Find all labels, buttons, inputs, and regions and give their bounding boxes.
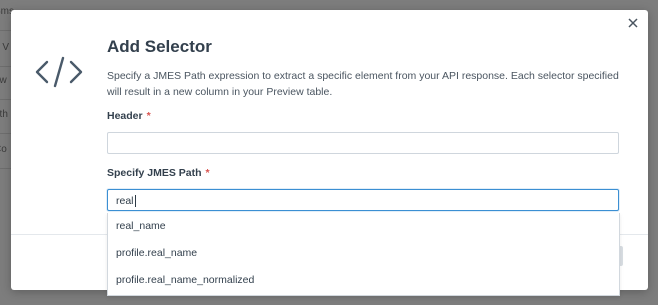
required-marker: *: [146, 110, 151, 122]
jmes-path-label-text: Specify JMES Path: [107, 167, 202, 179]
code-icon: [35, 56, 83, 88]
header-field-label: Header *: [107, 110, 151, 122]
suggestion-item[interactable]: profile.real_name: [108, 240, 619, 267]
jmes-path-input[interactable]: real: [107, 189, 619, 211]
header-label-text: Header: [107, 110, 143, 122]
required-marker: *: [205, 167, 210, 179]
autocomplete-dropdown: real_name profile.real_name profile.real…: [107, 213, 620, 296]
jmes-path-field-label: Specify JMES Path *: [107, 167, 210, 179]
close-icon: [628, 18, 638, 28]
suggestion-item[interactable]: profile.real_name_normalized: [108, 267, 619, 294]
header-input[interactable]: [107, 132, 619, 154]
dialog-description: Specify a JMES Path expression to extrac…: [107, 70, 619, 98]
jmes-path-input-value: real: [116, 195, 136, 208]
text-caret: [134, 195, 136, 208]
suggestion-item[interactable]: real_name: [108, 213, 619, 240]
close-button[interactable]: [626, 16, 640, 30]
dialog-title: Add Selector: [107, 37, 212, 56]
